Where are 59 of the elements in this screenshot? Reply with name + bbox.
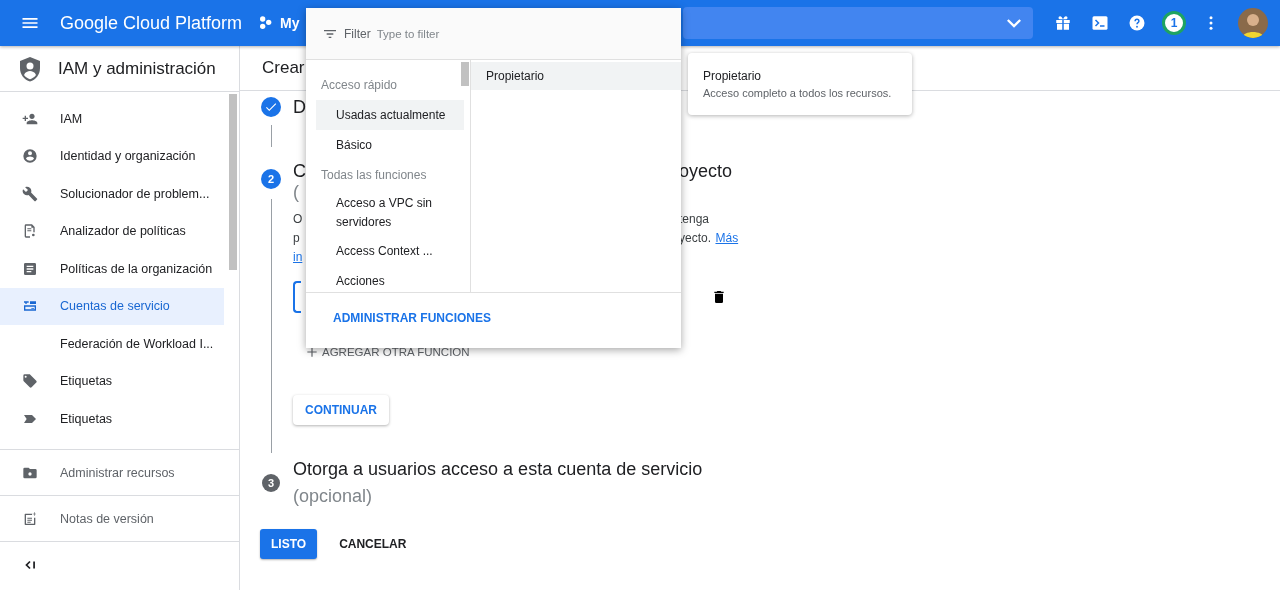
nav-item[interactable]: Políticas de la organización — [0, 250, 224, 288]
done-button[interactable]: LISTO — [260, 529, 318, 559]
nav-item[interactable]: Notas de versión — [0, 499, 224, 538]
step-title: Otorga a usuarios acceso a esta cuenta de servicio — [293, 459, 703, 480]
category-option[interactable]: Usadas actualmente — [316, 100, 464, 130]
plus-icon — [305, 345, 319, 359]
manage-roles-button[interactable]: ADMINISTRAR FUNCIONES — [321, 307, 503, 329]
notes-icon — [22, 510, 38, 527]
check-circle-icon — [261, 97, 281, 117]
step-title: oyecto — [679, 161, 733, 182]
notification-badge[interactable]: 1 — [1162, 11, 1186, 35]
learn-more-link[interactable]: in — [293, 250, 303, 264]
category-option[interactable]: Access Context ... — [316, 236, 464, 266]
nav-item[interactable]: Identidad y organización — [0, 137, 224, 175]
step-title: C — [293, 161, 306, 182]
project-selector[interactable]: My — [258, 15, 300, 31]
nav-item[interactable]: Etiquetas — [0, 400, 224, 438]
chevron-down-icon — [1007, 18, 1021, 28]
wrench-icon — [22, 185, 38, 202]
description-text: O — [293, 211, 303, 228]
nav-item[interactable]: Analizador de políticas — [0, 212, 224, 250]
category-option[interactable]: Básico — [316, 130, 464, 160]
nav-item[interactable]: Etiquetas — [0, 362, 224, 400]
tag-icon — [22, 373, 38, 390]
step-title: D — [293, 97, 306, 118]
role-option[interactable]: Propietario — [471, 62, 681, 90]
nav-item[interactable]: Federación de Workload I... — [0, 325, 224, 363]
category-option[interactable]: Acceso a VPC sin servidores — [316, 190, 464, 236]
app-title: Google Cloud Platform — [60, 12, 243, 34]
step-number: 2 — [261, 169, 281, 189]
description-text: p — [293, 230, 300, 247]
nav-item[interactable]: Solucionador de problem... — [0, 175, 224, 213]
scrollbar[interactable] — [461, 62, 469, 86]
tooltip-title: Propietario — [703, 69, 763, 83]
document-icon — [22, 260, 38, 277]
step-subtitle: ( — [293, 182, 299, 203]
group-header: Todas las funciones — [320, 167, 428, 184]
filter-label: Filter — [344, 26, 371, 41]
add-role-button[interactable]: AGREGAR OTRA FUNCIÓN — [305, 345, 470, 359]
avatar[interactable] — [1238, 8, 1268, 38]
shield-person-icon — [18, 55, 42, 82]
continue-button[interactable]: CONTINUAR — [293, 395, 389, 425]
section-title: IAM y administración — [58, 58, 216, 79]
role-field[interactable] — [293, 281, 301, 313]
document-search-icon — [22, 223, 38, 240]
tooltip-description: Acceso completo a todos los recursos. — [703, 87, 893, 99]
category-option[interactable]: Acciones — [316, 266, 464, 292]
scrollbar[interactable] — [229, 94, 237, 270]
page-title: Crear — [262, 58, 305, 78]
delete-icon[interactable] — [711, 289, 727, 305]
step-subtitle: (opcional) — [293, 486, 373, 507]
nav-item[interactable]: IAM — [0, 100, 224, 138]
nav-item[interactable]: Administrar recursos — [0, 453, 224, 492]
nav-item[interactable]: Cuentas de servicio — [0, 287, 224, 325]
cancel-button[interactable]: CANCELAR — [329, 529, 417, 559]
group-header: Acceso rápido — [320, 77, 399, 94]
learn-more-link[interactable]: Más — [715, 231, 739, 245]
step-number: 3 — [262, 474, 280, 492]
filter-input[interactable]: Type to filter — [376, 27, 637, 40]
